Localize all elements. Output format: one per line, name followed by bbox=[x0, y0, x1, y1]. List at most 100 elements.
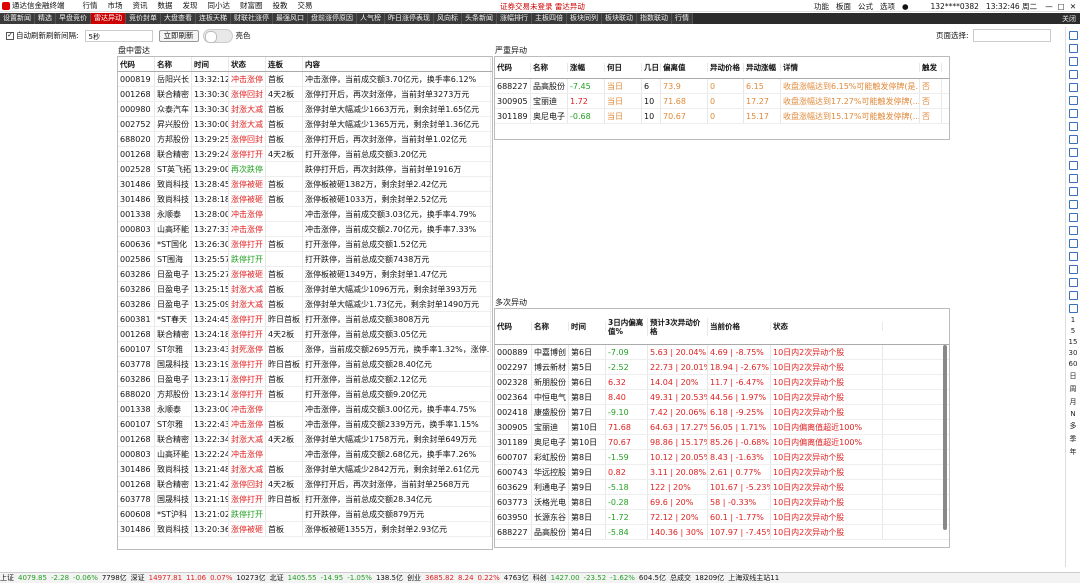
page-select-input[interactable] bbox=[972, 29, 1051, 42]
multi-table-row[interactable]: 600743 华远控股 第9日 0.82 3.11 | 20.08% 2.61 | 0.7… bbox=[495, 465, 949, 480]
tab-item[interactable]: 设置新闻 bbox=[0, 13, 35, 24]
close-icon[interactable]: ✕ bbox=[1068, 2, 1078, 11]
radar-table-row[interactable]: 001338 永顺泰 13:23:00 冲击涨停 冲击涨停，当前成交额3.00亿元，换手… bbox=[118, 402, 492, 417]
severe-table-row[interactable]: 688227 品高股份 -7.45 当日 6 73.9 0 6.15 收盘涨幅达到6.15%可能… bbox=[495, 79, 949, 94]
period-button[interactable]: 月 bbox=[1070, 397, 1077, 407]
radar-table-row[interactable]: 301486 致尚科技 13:21:48 封涨大减 首板 涨停封单大幅减少2842万元，剩… bbox=[118, 462, 492, 477]
radar-col-header[interactable]: 时间 bbox=[192, 57, 229, 71]
radar-table-row[interactable]: 001268 联合精密 13:24:18 涨停打开 4天2板 打开涨停，当前总成交额3.0… bbox=[118, 327, 492, 342]
severe-table-row[interactable]: 301189 奥尼电子 -0.68 当日 10 70.67 0 15.17 收盘涨幅达到15.1… bbox=[495, 109, 949, 124]
radar-table-row[interactable]: 000980 众泰汽车 13:30:30 封涨大减 首板 涨停封单大幅减少1663万元，剩… bbox=[118, 102, 492, 117]
toolbar-icon[interactable] bbox=[1068, 148, 1078, 157]
tab-item[interactable]: 大盘查看 bbox=[161, 13, 196, 24]
toolbar-icon[interactable] bbox=[1068, 304, 1078, 313]
radar-table-row[interactable]: 000803 山高环能 13:27:33 冲击涨停 冲击涨停，当前成交额2.70亿元，换… bbox=[118, 222, 492, 237]
index-name[interactable]: 北证 bbox=[270, 573, 284, 583]
severe-col-header[interactable]: 几日 bbox=[642, 63, 661, 72]
toolbar-icon[interactable] bbox=[1068, 109, 1078, 118]
tab-item[interactable]: 财联社涨停 bbox=[231, 13, 273, 24]
menu-item-zixun[interactable]: 资讯 bbox=[133, 0, 148, 11]
period-button[interactable]: 30 bbox=[1069, 349, 1078, 357]
multi-col-header[interactable]: 时间 bbox=[569, 322, 606, 331]
toolbar-icon[interactable] bbox=[1068, 31, 1078, 40]
radar-table-row[interactable]: 301486 致尚科技 13:28:45 涨停被砸 首板 涨停板被砸1382万，剩余封单2… bbox=[118, 177, 492, 192]
tab-item[interactable]: 昨日涨停表现 bbox=[385, 13, 434, 24]
severe-col-header[interactable]: 详情 bbox=[781, 63, 920, 72]
period-button[interactable]: 季 bbox=[1070, 434, 1077, 444]
menu-item-gongneng[interactable]: 功能 bbox=[814, 1, 829, 12]
radar-table-row[interactable]: 000803 山高环能 13:22:24 冲击涨停 冲击涨停，当前成交额2.68亿元，换… bbox=[118, 447, 492, 462]
period-button[interactable]: 5 bbox=[1071, 327, 1075, 335]
index-name[interactable]: 创业 bbox=[407, 573, 421, 583]
radar-col-header[interactable]: 状态 bbox=[229, 57, 266, 71]
multi-table-row[interactable]: 300905 宝丽迪 第10日 71.68 64.63 | 17.27% 56.05 | … bbox=[495, 420, 949, 435]
toolbar-icon[interactable] bbox=[1068, 278, 1078, 287]
tab-item[interactable]: 人气榜 bbox=[357, 13, 385, 24]
index-name[interactable]: 科创 bbox=[533, 573, 547, 583]
tab-item[interactable]: 风向标 bbox=[434, 13, 462, 24]
radar-table-row[interactable]: 600107 ST尔雅 13:23:43 封死涨停 首板 涨停，当前成交额2695万元，换… bbox=[118, 342, 492, 357]
account-label[interactable]: 132****0382 bbox=[931, 2, 979, 11]
toolbar-icon[interactable] bbox=[1068, 226, 1078, 235]
radar-table-row[interactable]: 603286 日盈电子 13:25:09 封涨大减 首板 涨停封单大幅减少1.73亿元，剩… bbox=[118, 297, 492, 312]
toolbar-icon[interactable] bbox=[1068, 83, 1078, 92]
auto-refresh-checkbox[interactable]: ✓ bbox=[6, 31, 14, 40]
tab-item[interactable]: 竞价封单 bbox=[126, 13, 161, 24]
multi-table-scrollbar[interactable] bbox=[943, 345, 947, 530]
menu-item-gongshi[interactable]: 公式 bbox=[858, 1, 873, 12]
period-button[interactable]: N bbox=[1070, 410, 1075, 418]
index-name[interactable]: 深证 bbox=[131, 573, 145, 583]
multi-table-row[interactable]: 000889 中嘉博创 第6日 -7.09 5.63 | 20.04% 4.69 | -8… bbox=[495, 345, 949, 360]
maximize-icon[interactable]: □ bbox=[1056, 2, 1066, 11]
radar-table-row[interactable]: 600107 ST尔雅 13:22:43 冲击涨停 首板 冲击涨停，当前成交额2339万元… bbox=[118, 417, 492, 432]
severe-col-header[interactable]: 代码 bbox=[495, 63, 531, 72]
toolbar-icon[interactable] bbox=[1068, 70, 1078, 79]
radar-table-row[interactable]: 603286 日盈电子 13:25:27 涨停被砸 首板 涨停板被砸1349万，剩余封单1… bbox=[118, 267, 492, 282]
tab-item[interactable]: 头条新闻 bbox=[462, 13, 497, 24]
severe-table-row[interactable]: 300905 宝丽迪 1.72 当日 10 71.68 0 17.27 收盘涨幅达到17.27%… bbox=[495, 94, 949, 109]
tab-item[interactable]: 主板四倍 bbox=[532, 13, 567, 24]
radar-table-row[interactable]: 000819 岳阳兴长 13:32:12 冲击涨停 首板 冲击涨停，当前成交额3.70亿元… bbox=[118, 72, 492, 87]
multi-table-row[interactable]: 301189 奥尼电子 第10日 70.67 98.86 | 15.17% 85.26 |… bbox=[495, 435, 949, 450]
radar-table-row[interactable]: 001268 联合精密 13:22:34 封涨大减 4天2板 涨停封单大幅减少1758万元… bbox=[118, 432, 492, 447]
minimize-icon[interactable]: — bbox=[1044, 2, 1054, 11]
period-button[interactable]: 15 bbox=[1069, 338, 1078, 346]
radar-table-row[interactable]: 603778 国晟科技 13:21:19 涨停打开 昨日首板 打开涨停，当前总成交额28.… bbox=[118, 492, 492, 507]
period-button[interactable]: 1 bbox=[1071, 316, 1075, 324]
radar-table-row[interactable]: 301486 致尚科技 13:28:18 涨停被砸 首板 涨停板被砸1033万，剩余封单2… bbox=[118, 192, 492, 207]
multi-table-row[interactable]: 002328 新朋股份 第6日 6.32 14.04 | 20% 11.7 | -6.47… bbox=[495, 375, 949, 390]
radar-table-row[interactable]: 600381 *ST春天 13:24:45 涨停打开 昨日首板 打开涨停，当前总成交额38… bbox=[118, 312, 492, 327]
tab-item[interactable]: 板块同列 bbox=[567, 13, 602, 24]
severe-col-header[interactable]: 偏离值 bbox=[661, 63, 708, 72]
bright-mode-toggle[interactable] bbox=[202, 28, 233, 43]
menu-item-jiaoyi[interactable]: 交易 bbox=[298, 0, 313, 11]
toolbar-icon[interactable] bbox=[1068, 135, 1078, 144]
toolbar-icon[interactable] bbox=[1068, 239, 1078, 248]
toolbar-icon[interactable] bbox=[1068, 96, 1078, 105]
menu-item-toujiao[interactable]: 投教 bbox=[273, 0, 288, 11]
toolbar-icon[interactable] bbox=[1068, 161, 1078, 170]
menu-item-hangqing[interactable]: 行情 bbox=[83, 0, 98, 11]
tab-item[interactable]: 早盘竞价 bbox=[56, 13, 91, 24]
user-icon[interactable]: ● bbox=[902, 2, 909, 11]
refresh-now-button[interactable]: 立即刷新 bbox=[158, 29, 199, 42]
radar-table-row[interactable]: 603286 日盈电子 13:25:15 封涨大减 首板 涨停封单大幅减少1096万元，剩… bbox=[118, 282, 492, 297]
refresh-interval-input[interactable]: 5秒 bbox=[84, 29, 153, 42]
radar-table-row[interactable]: 688020 方邦股份 13:29:25 涨停回封 首板 涨停打开后，再次封涨停，当前封单… bbox=[118, 132, 492, 147]
multi-table-row[interactable]: 600707 彩虹股份 第8日 -1.59 10.12 | 20.05% 8.43 | -… bbox=[495, 450, 949, 465]
radar-table-row[interactable]: 001338 永顺泰 13:28:00 冲击涨停 冲击涨停，当前成交额3.03亿元，换手… bbox=[118, 207, 492, 222]
radar-col-header[interactable]: 名称 bbox=[155, 57, 192, 71]
period-button[interactable]: 多 bbox=[1070, 421, 1077, 431]
toolbar-icon[interactable] bbox=[1068, 57, 1078, 66]
severe-col-header[interactable]: 涨幅 bbox=[568, 63, 605, 72]
severe-col-header[interactable]: 何日 bbox=[605, 63, 642, 72]
toolbar-icon[interactable] bbox=[1068, 291, 1078, 300]
multi-table-row[interactable]: 002364 中恒电气 第8日 8.40 49.31 | 20.53% 44.56 | 1… bbox=[495, 390, 949, 405]
radar-table-row[interactable]: 001268 联合精密 13:21:42 涨停回封 4天2板 涨停打开后，再次封涨停，当前… bbox=[118, 477, 492, 492]
tab-item[interactable]: 板块联动 bbox=[602, 13, 637, 24]
radar-table-row[interactable]: 603778 国晟科技 13:23:19 涨停打开 昨日首板 打开涨停，当前总成交额28.… bbox=[118, 357, 492, 372]
tab-item[interactable]: 行情 bbox=[672, 13, 693, 24]
radar-table-row[interactable]: 603286 日盈电子 13:23:17 涨停打开 首板 打开涨停，当前总成交额2.12亿… bbox=[118, 372, 492, 387]
multi-col-header[interactable]: 名称 bbox=[532, 322, 569, 331]
menu-item-banmian[interactable]: 板面 bbox=[836, 1, 851, 12]
